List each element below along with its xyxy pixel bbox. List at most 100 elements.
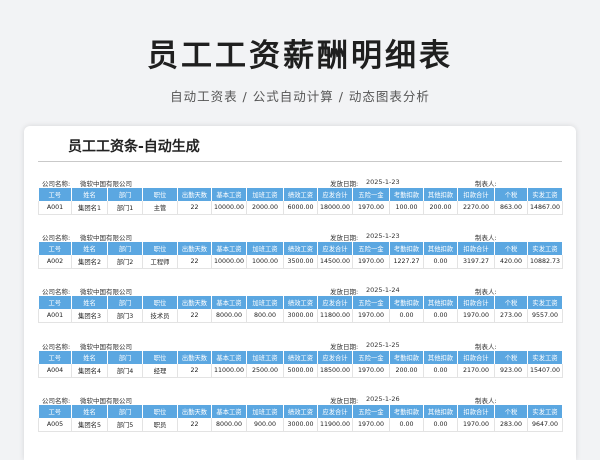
table-cell: 863.00 (494, 201, 528, 215)
column-header: 绩效工资 (283, 296, 318, 309)
table-cell: 273.00 (494, 309, 528, 323)
column-header: 扣款合计 (457, 188, 495, 201)
company-label: 公司名称: (42, 397, 71, 405)
column-header: 应发合计 (317, 188, 353, 201)
table-cell: 9557.00 (527, 309, 563, 323)
payslip-table: 工号 姓名 部门 职位 出勤天数 基本工资 加班工资 绩效工资 应发合计 五险一金 考勤扣款 其他扣款… (38, 405, 563, 432)
table-cell: 10882.73 (527, 255, 563, 269)
column-header: 工号 (38, 242, 72, 255)
column-header: 部门 (107, 242, 143, 255)
table-cell: 11800.00 (317, 309, 353, 323)
column-header: 加班工资 (246, 242, 284, 255)
column-header: 实发工资 (527, 405, 563, 418)
table-cell: 0.00 (423, 364, 458, 378)
company-label: 公司名称: (42, 234, 71, 242)
column-header: 扣款合计 (457, 351, 495, 364)
table-cell: 工程师 (142, 255, 178, 269)
column-header: 工号 (38, 351, 72, 364)
table-row: A001 集团名3 部门3 技术员 22 8000.00 800.00 3000.00 1180… (38, 309, 563, 323)
table-cell: 1227.27 (389, 255, 424, 269)
table-cell: 部门5 (107, 418, 143, 432)
sheet-title: 员工工资条-自动生成 (68, 139, 200, 155)
column-header: 其他扣款 (423, 242, 458, 255)
company-label: 公司名称: (42, 288, 71, 296)
column-header: 扣款合计 (457, 242, 495, 255)
table-cell: 15407.00 (527, 364, 563, 378)
table-cell: 3500.00 (283, 255, 318, 269)
table-row: A001 集团名1 部门1 主管 22 10000.00 2000.00 6000.00 180… (38, 201, 563, 215)
column-header: 其他扣款 (423, 188, 458, 201)
payslip-info-row: 公司名称: 微软中国有限公司 发放日期: 2025-1-23 制表人: (38, 176, 562, 188)
table-cell: 集团名2 (71, 255, 108, 269)
payslip: 公司名称: 微软中国有限公司 发放日期: 2025-1-23 制表人: 工号 姓名 部门 职位出… (38, 176, 563, 215)
column-header: 加班工资 (246, 188, 284, 201)
table-cell: 900.00 (246, 418, 284, 432)
column-header: 基本工资 (211, 405, 247, 418)
issue-date: 2025-1-26 (366, 395, 400, 403)
issue-date: 2025-1-23 (366, 232, 400, 240)
payslip: 公司名称: 微软中国有限公司 发放日期: 2025-1-24 制表人: 工号 姓名 部门 职位出… (38, 284, 563, 323)
payslip: 公司名称: 微软中国有限公司 发放日期: 2025-1-23 制表人: 工号 姓名 部门 职位出… (38, 230, 563, 269)
table-cell: 集团名4 (71, 364, 108, 378)
date-label: 发放日期: (330, 397, 359, 405)
column-header: 考勤扣款 (389, 188, 424, 201)
column-header: 职位 (142, 188, 178, 201)
column-header: 五险一金 (352, 405, 390, 418)
table-header-row: 工号 姓名 部门 职位 出勤天数 基本工资 加班工资 绩效工资 应发合计 五险一金 考勤扣款 其他扣款… (38, 296, 563, 309)
column-header: 实发工资 (527, 296, 563, 309)
table-cell: 0.00 (389, 309, 424, 323)
preparer-label: 制表人: (475, 234, 497, 242)
table-cell: 11000.00 (211, 364, 247, 378)
table-cell: 部门4 (107, 364, 143, 378)
table-cell: 1000.00 (246, 255, 284, 269)
column-header: 绩效工资 (283, 405, 318, 418)
column-header: 加班工资 (246, 296, 284, 309)
table-cell: 283.00 (494, 418, 528, 432)
table-cell: 11900.00 (317, 418, 353, 432)
column-header: 绩效工资 (283, 242, 318, 255)
table-cell: 3197.27 (457, 255, 495, 269)
column-header: 绩效工资 (283, 188, 318, 201)
table-cell: 5000.00 (283, 364, 318, 378)
table-cell: 100.00 (389, 201, 424, 215)
table-cell: 10000.00 (211, 255, 247, 269)
column-header: 考勤扣款 (389, 242, 424, 255)
column-header: 加班工资 (246, 405, 284, 418)
column-header: 其他扣款 (423, 296, 458, 309)
column-header: 应发合计 (317, 242, 353, 255)
column-header: 五险一金 (352, 242, 390, 255)
company-name: 微软中国有限公司 (80, 343, 132, 351)
table-cell: A004 (38, 364, 72, 378)
table-cell: 2170.00 (457, 364, 495, 378)
company-name: 微软中国有限公司 (80, 288, 132, 296)
column-header: 考勤扣款 (389, 296, 424, 309)
column-header: 姓名 (71, 296, 108, 309)
table-header-row: 工号 姓名 部门 职位 出勤天数 基本工资 加班工资 绩效工资 应发合计 五险一金 考勤扣款 其他扣款… (38, 242, 563, 255)
table-cell: 9647.00 (527, 418, 563, 432)
company-name: 微软中国有限公司 (80, 180, 132, 188)
column-header: 部门 (107, 188, 143, 201)
date-label: 发放日期: (330, 234, 359, 242)
column-header: 实发工资 (527, 188, 563, 201)
table-cell: A002 (38, 255, 72, 269)
column-header: 姓名 (71, 188, 108, 201)
table-cell: 0.00 (423, 309, 458, 323)
issue-date: 2025-1-23 (366, 178, 400, 186)
company-label: 公司名称: (42, 343, 71, 351)
column-header: 个税 (494, 188, 528, 201)
table-cell: 1970.00 (457, 309, 495, 323)
table-cell: 22 (177, 201, 212, 215)
table-cell: 1970.00 (352, 418, 390, 432)
table-cell: 14867.00 (527, 201, 563, 215)
table-cell: 923.00 (494, 364, 528, 378)
column-header: 扣款合计 (457, 296, 495, 309)
table-cell: 集团名3 (71, 309, 108, 323)
column-header: 个税 (494, 351, 528, 364)
title-divider (38, 161, 562, 162)
table-header-row: 工号 姓名 部门 职位 出勤天数 基本工资 加班工资 绩效工资 应发合计 五险一金 考勤扣款 其他扣款… (38, 188, 563, 201)
table-cell: 0.00 (423, 418, 458, 432)
table-header-row: 工号 姓名 部门 职位 出勤天数 基本工资 加班工资 绩效工资 应发合计 五险一金 考勤扣款 其他扣款… (38, 405, 563, 418)
payslip-table: 工号 姓名 部门 职位 出勤天数 基本工资 加班工资 绩效工资 应发合计 五险一金 考勤扣款 其他扣款… (38, 188, 563, 215)
company-label: 公司名称: (42, 180, 71, 188)
table-cell: 8000.00 (211, 418, 247, 432)
